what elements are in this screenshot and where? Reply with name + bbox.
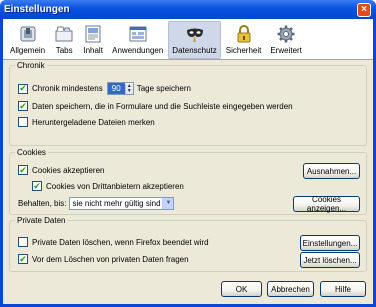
private-data-group: Private Daten Private Daten löschen, wen… — [9, 216, 367, 272]
ok-button[interactable]: OK — [221, 281, 262, 297]
third-party-label: Cookies von Drittanbietern akzeptieren — [46, 181, 184, 191]
keep-history-checkbox[interactable]: ✔ — [18, 83, 28, 94]
keep-until-select[interactable]: sie nicht mehr gültig sind ▼ — [69, 197, 175, 210]
tab-anwendungen[interactable]: Anwendungen — [108, 21, 167, 59]
tab-label: Sicherheit — [225, 46, 262, 55]
spin-down-icon[interactable]: ▼ — [126, 88, 133, 94]
cookies-legend: Cookies — [17, 148, 46, 157]
third-party-checkbox[interactable]: ✔ — [32, 181, 42, 191]
accept-cookies-label: Cookies akzeptieren — [32, 165, 105, 175]
tab-label: Inhalt — [83, 46, 103, 55]
dialog-client-area: Allgemein Tabs Inhalt Anwendungen Datens… — [3, 19, 373, 304]
tab-inhalt[interactable]: Inhalt — [79, 21, 107, 59]
private-data-settings-button[interactable]: Einstellungen... — [300, 235, 360, 251]
keep-until-value: sie nicht mehr gültig sind — [72, 199, 161, 208]
gear-icon — [277, 25, 295, 43]
ask-before-clear-label: Vor dem Löschen von privaten Daten frage… — [32, 254, 189, 264]
title-bar: Einstellungen × — [0, 0, 376, 19]
clear-on-close-label: Private Daten löschen, wenn Firefox been… — [32, 237, 209, 247]
tab-tabs[interactable]: Tabs — [50, 21, 78, 59]
private-data-legend: Private Daten — [17, 216, 66, 225]
form-data-checkbox[interactable]: ✔ — [18, 101, 28, 111]
window-title: Einstellungen — [4, 4, 70, 15]
chevron-down-icon[interactable]: ▼ — [162, 198, 174, 209]
downloads-label: Heruntergeladene Dateien merken — [32, 117, 155, 127]
lock-icon — [237, 25, 251, 43]
tab-label: Allgemein — [10, 46, 46, 55]
history-days-stepper[interactable]: 90 ▲ ▼ — [106, 82, 134, 95]
close-icon: × — [361, 4, 367, 15]
cancel-button[interactable]: Abbrechen — [267, 281, 314, 297]
applications-icon — [129, 26, 147, 42]
tab-sicherheit[interactable]: Sicherheit — [222, 21, 266, 59]
tab-allgemein[interactable]: Allgemein — [6, 21, 49, 59]
tab-label: Anwendungen — [112, 46, 164, 55]
accept-cookies-row: ✔ Cookies akzeptieren — [18, 165, 104, 175]
history-days-value[interactable]: 90 — [107, 83, 125, 94]
history-group: Chronik ✔ Chronik mindestens 90 ▲ ▼ Tage… — [9, 61, 367, 146]
tab-label: Tabs — [55, 46, 73, 55]
keep-history-label: Chronik mindestens — [32, 84, 103, 93]
ask-before-clear-row: ✔ Vor dem Löschen von privaten Daten fra… — [18, 254, 189, 264]
keep-history-suffix: Tage speichern — [136, 84, 191, 93]
tab-datenschutz[interactable]: Datenschutz — [168, 21, 221, 59]
downloads-checkbox[interactable] — [18, 117, 28, 127]
clear-now-button[interactable]: Jetzt löschen... — [300, 252, 360, 268]
keep-until-label: Behalten, bis: — [18, 199, 67, 208]
preferences-window: Einstellungen × Allgemein Tabs Inhalt An… — [0, 0, 376, 307]
exceptions-button[interactable]: Ausnahmen... — [303, 163, 360, 179]
tab-label: Datenschutz — [172, 46, 217, 55]
privacy-mask-icon — [186, 28, 203, 42]
close-button[interactable]: × — [357, 3, 371, 17]
tab-erweitert[interactable]: Erweitert — [266, 21, 306, 59]
ask-before-clear-checkbox[interactable]: ✔ — [18, 254, 28, 264]
downloads-row: Heruntergeladene Dateien merken — [18, 117, 155, 127]
keep-until-row: Behalten, bis: sie nicht mehr gültig sin… — [18, 197, 175, 210]
help-button[interactable]: Hilfe — [320, 281, 366, 297]
third-party-row: ✔ Cookies von Drittanbietern akzeptieren — [32, 181, 184, 191]
cookies-group: Cookies ✔ Cookies akzeptieren ✔ Cookies … — [9, 148, 367, 215]
tabs-icon — [55, 26, 73, 42]
accept-cookies-checkbox[interactable]: ✔ — [18, 165, 28, 175]
clear-on-close-row: Private Daten löschen, wenn Firefox been… — [18, 237, 209, 247]
switch-icon — [20, 26, 36, 42]
content-icon — [85, 25, 101, 43]
form-data-row: ✔ Daten speichern, die in Formulare und … — [18, 101, 293, 111]
show-cookies-button[interactable]: Cookies anzeigen... — [293, 195, 360, 213]
tab-label: Erweitert — [270, 46, 302, 55]
pane-toolbar: Allgemein Tabs Inhalt Anwendungen Datens… — [3, 19, 373, 60]
history-legend: Chronik — [17, 61, 45, 70]
keep-history-row: ✔ Chronik mindestens 90 ▲ ▼ Tage speiche… — [18, 82, 191, 95]
form-data-label: Daten speichern, die in Formulare und di… — [32, 101, 293, 111]
clear-on-close-checkbox[interactable] — [18, 237, 28, 247]
